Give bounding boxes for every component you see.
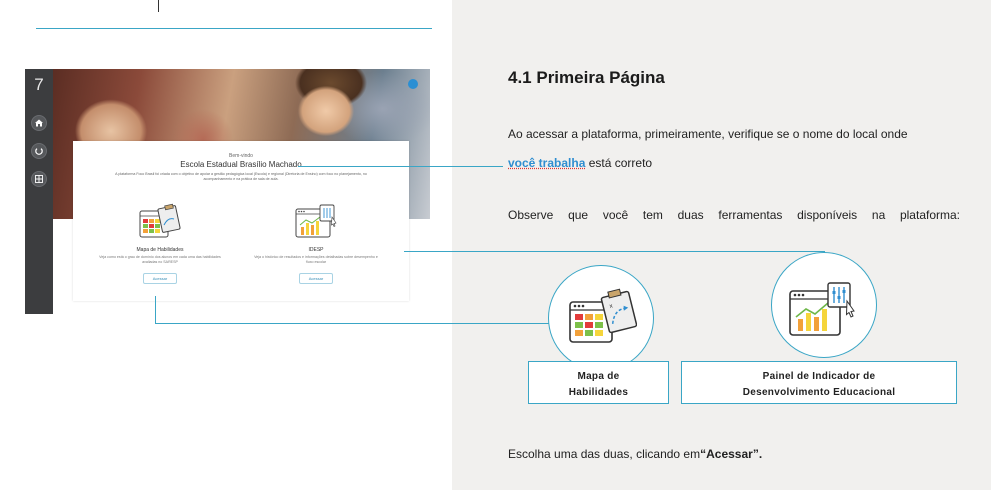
paragraph-intro-end: está correto: [588, 156, 653, 170]
label-line: Desenvolvimento Educacional: [742, 387, 896, 398]
skills-map-icon: [139, 203, 181, 238]
idesp-chart-icon: [295, 204, 337, 238]
welcome-text: Bem-vindo: [229, 153, 253, 159]
connector-line-school: [298, 166, 503, 167]
label-line: Habilidades: [568, 387, 629, 398]
connector-line-mapa-down: [155, 296, 156, 324]
tool-description: Veja o histórico de resultados e informa…: [254, 255, 378, 264]
tool-mapa-habilidades: Mapa de Habilidades Veja como está o gra…: [95, 203, 225, 285]
label-line: Painel de Indicador de: [762, 371, 876, 382]
page-title: 4.1 Primeira Página: [508, 68, 665, 87]
school-name: Escola Estadual Brasílio Machado: [180, 160, 302, 169]
paragraph-intro: Ao acessar a plataforma, primeiramente, …: [508, 127, 908, 141]
screenshot-number: 7: [34, 75, 44, 94]
paragraph-choose-text: Escolha uma das duas, clicando em: [508, 447, 701, 461]
idesp-circle: [771, 252, 877, 358]
label-line: Mapa de: [577, 371, 620, 382]
acessar-button[interactable]: Acessar: [299, 273, 333, 284]
acessar-button[interactable]: Acessar: [143, 273, 177, 284]
tool-description: Veja como está o grau de domínio dos alu…: [99, 255, 221, 264]
label-painel-idesp: Painel de Indicador de Desenvolvimento E…: [681, 361, 957, 404]
skills-map-circle: x: [548, 265, 654, 371]
home-icon[interactable]: [31, 115, 47, 131]
paragraph-choose: Escolha uma das duas, clicando em“Acessa…: [508, 447, 762, 461]
paragraph-intro-continued: você trabalha está correto: [508, 156, 652, 170]
power-icon[interactable]: [31, 143, 47, 159]
welcome-card: Bem-vindo Escola Estadual Brasílio Macha…: [73, 141, 409, 301]
screenshot-sidebar: 7: [25, 69, 53, 314]
connector-line-idesp: [404, 251, 824, 252]
acessar-emphasis: “Acessar”.: [700, 447, 763, 461]
voce-trabalha-link[interactable]: você trabalha: [508, 156, 585, 170]
top-rule-divider: [36, 28, 432, 29]
tool-title: IDESP: [308, 247, 324, 253]
platform-screenshot: 7 Bem-vindo Escola Estadual Brasílio Mac…: [25, 69, 430, 314]
label-mapa-habilidades: Mapa de Habilidades: [528, 361, 669, 404]
platform-description: A plataforma Foco Brasil foi criada com …: [115, 172, 367, 181]
idesp-chart-icon: [789, 282, 855, 336]
tool-title: Mapa de Habilidades: [136, 247, 184, 253]
tool-idesp: IDESP Veja o histórico de resultados e i…: [251, 203, 381, 285]
connector-line-mapa: [155, 323, 549, 324]
paragraph-tools: Observe que você tem duas ferramentas di…: [508, 208, 960, 222]
top-tick-divider: [158, 0, 159, 12]
user-icon[interactable]: [408, 79, 418, 89]
skills-map-icon: x: [569, 288, 637, 343]
grid-icon[interactable]: [31, 171, 47, 187]
